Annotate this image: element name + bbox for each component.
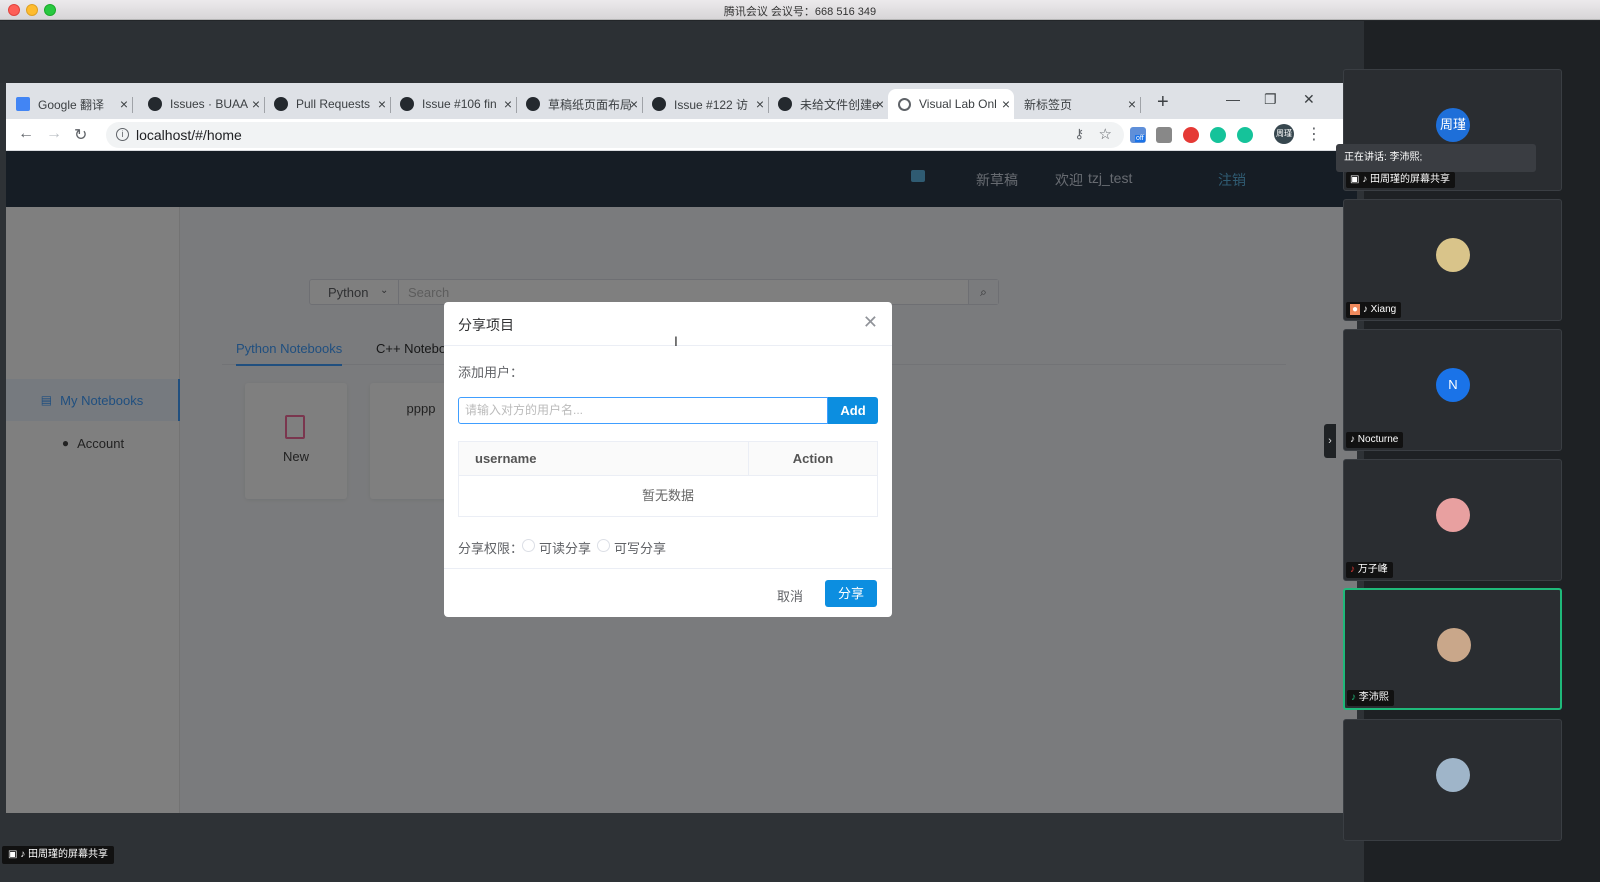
github-icon — [148, 97, 162, 111]
browser-tab[interactable]: 未给文件创建e × — [768, 89, 888, 119]
close-tab-icon[interactable]: × — [876, 96, 884, 112]
restore-icon[interactable]: ❐ — [1264, 91, 1277, 108]
column-header-action: Action — [749, 442, 877, 476]
browser-tab[interactable]: Issue #122 访 × — [642, 89, 769, 119]
reload-icon[interactable]: ↻ — [74, 125, 87, 145]
close-icon[interactable]: ✕ — [1303, 91, 1315, 108]
participant-tile[interactable]: 周瑾 ▣ ♪ 田周瑾的屏幕共享 — [1343, 69, 1562, 191]
avatar — [1436, 238, 1470, 272]
mic-icon: ♪ — [1362, 174, 1368, 185]
shared-screen-top — [0, 21, 1364, 83]
write-share-radio[interactable] — [597, 539, 610, 552]
extension-icon[interactable]: off — [1130, 127, 1146, 143]
star-icon[interactable]: ☆ — [1099, 125, 1112, 143]
close-tab-icon[interactable]: × — [252, 96, 260, 112]
minimize-icon[interactable]: — — [1226, 91, 1240, 107]
cancel-button[interactable]: 取消 — [777, 586, 803, 605]
screen-share-icon: ▣ — [1350, 174, 1360, 185]
close-tab-icon[interactable]: × — [120, 96, 128, 112]
avatar — [1436, 758, 1470, 792]
permission-label: 分享权限： — [458, 541, 524, 556]
profile-avatar[interactable]: 周瑾 — [1274, 124, 1294, 144]
column-header-username: username — [459, 442, 749, 476]
close-tab-icon[interactable]: × — [1002, 96, 1010, 112]
github-icon — [778, 97, 792, 111]
avatar — [1437, 628, 1471, 662]
close-tab-icon[interactable]: × — [630, 96, 638, 112]
participant-tile[interactable]: N ♪ Nocturne — [1343, 329, 1562, 451]
user-icon: ● — [1350, 304, 1361, 315]
participant-name: ♪ 李沛熙 — [1347, 690, 1394, 706]
dialog-title: 分享项目 — [458, 317, 514, 333]
username-input[interactable]: 请输入对方的用户名... — [458, 397, 828, 424]
github-icon — [652, 97, 666, 111]
address-bar[interactable]: i localhost/#/home ⚷ ☆ — [106, 122, 1124, 148]
close-tab-icon[interactable]: × — [1128, 96, 1136, 112]
share-button[interactable]: 分享 — [825, 580, 877, 607]
extension-icon[interactable] — [1156, 127, 1172, 143]
url-text[interactable]: localhost/#/home — [136, 127, 242, 143]
browser-tab[interactable]: 新标签页 × — [1014, 89, 1141, 119]
google-translate-icon — [16, 97, 30, 111]
bottom-screen-share-tag: ▣ ♪ 田周瑾的屏幕共享 — [2, 846, 115, 864]
screen-share-icon: ▣ — [8, 849, 18, 860]
browser-tab[interactable]: 草稿纸页面布局 × — [516, 89, 643, 119]
mic-icon: ♪ — [1350, 434, 1355, 445]
add-user-label: 添加用户： — [458, 365, 524, 380]
write-share-label[interactable]: 可写分享 — [614, 538, 666, 557]
modal-overlay[interactable]: 分享项目 ✕ 添加用户： 请输入对方的用户名... Add username A… — [6, 151, 1357, 813]
text-cursor-icon: I — [674, 333, 678, 349]
participant-tile[interactable]: ● ♪ Xiang — [1343, 199, 1562, 321]
globe-icon — [898, 97, 911, 111]
key-icon[interactable]: ⚷ — [1074, 126, 1084, 142]
speaking-indicator: 正在讲话: 李沛熙; — [1336, 144, 1536, 172]
window-title: 腾讯会议 会议号：668 516 349 — [723, 6, 877, 18]
participant-name: ♪ Nocturne — [1346, 432, 1404, 448]
participant-tile[interactable]: ♪ 万子峰 — [1343, 459, 1562, 581]
add-user-button[interactable]: Add — [828, 397, 878, 424]
browser-tab[interactable]: Google 翻译 × — [6, 89, 133, 119]
back-icon[interactable]: ← — [18, 125, 34, 143]
share-dialog: 分享项目 ✕ 添加用户： 请输入对方的用户名... Add username A… — [444, 302, 892, 617]
forward-icon[interactable]: → — [46, 125, 62, 143]
close-tab-icon[interactable]: × — [756, 96, 764, 112]
participant-name: ▣ ♪ 田周瑾的屏幕共享 — [1346, 172, 1456, 188]
shared-users-table: username Action 暂无数据 — [458, 441, 878, 517]
mic-active-icon: ♪ — [1351, 692, 1356, 703]
avatar: 周瑾 — [1436, 108, 1470, 142]
mic-muted-icon: ♪ — [1350, 564, 1355, 575]
empty-text: 暂无数据 — [641, 488, 694, 503]
panel-toggle-chevron-icon[interactable]: › — [1324, 424, 1336, 458]
mic-icon: ♪ — [20, 849, 26, 860]
grammarly-icon[interactable] — [1237, 127, 1253, 143]
close-tab-icon[interactable]: × — [378, 96, 386, 112]
browser-tab[interactable]: Pull Requests × — [264, 89, 391, 119]
read-share-radio[interactable] — [522, 539, 535, 552]
browser-tab[interactable]: Issues · BUAA × — [138, 89, 265, 119]
participant-tile[interactable] — [1343, 719, 1562, 841]
participant-name: ♪ 万子峰 — [1346, 562, 1393, 578]
github-icon — [274, 97, 288, 111]
avatar: N — [1436, 368, 1470, 402]
browser-tab[interactable]: Issue #106 fin × — [390, 89, 517, 119]
read-share-label[interactable]: 可读分享 — [539, 538, 591, 557]
avatar — [1436, 498, 1470, 532]
participant-tile-speaking[interactable]: ♪ 李沛熙 — [1343, 588, 1562, 710]
mic-icon: ♪ — [1362, 304, 1368, 315]
grammarly-icon[interactable] — [1210, 127, 1226, 143]
mac-titlebar: 腾讯会议 会议号：668 516 349 — [0, 0, 1600, 20]
new-tab-icon[interactable]: + — [1157, 91, 1169, 114]
chrome-browser: Google 翻译 × Issues · BUAA × Pull Requests ×… — [6, 83, 1357, 813]
browser-tab-active[interactable]: Visual Lab Onl × — [888, 89, 1014, 119]
menu-icon[interactable]: ⋮ — [1306, 124, 1322, 144]
github-icon — [526, 97, 540, 111]
browser-toolbar: ← → ↻ i localhost/#/home ⚷ ☆ off 周瑾 ⋮ — [6, 119, 1357, 151]
close-tab-icon[interactable]: × — [504, 96, 512, 112]
close-icon[interactable]: ✕ — [863, 312, 878, 333]
info-icon[interactable]: i — [116, 128, 129, 141]
tab-strip: Google 翻译 × Issues · BUAA × Pull Requests ×… — [6, 83, 1357, 119]
adblock-icon[interactable] — [1183, 127, 1199, 143]
participant-name: ● ♪ Xiang — [1346, 302, 1402, 318]
github-icon — [400, 97, 414, 111]
